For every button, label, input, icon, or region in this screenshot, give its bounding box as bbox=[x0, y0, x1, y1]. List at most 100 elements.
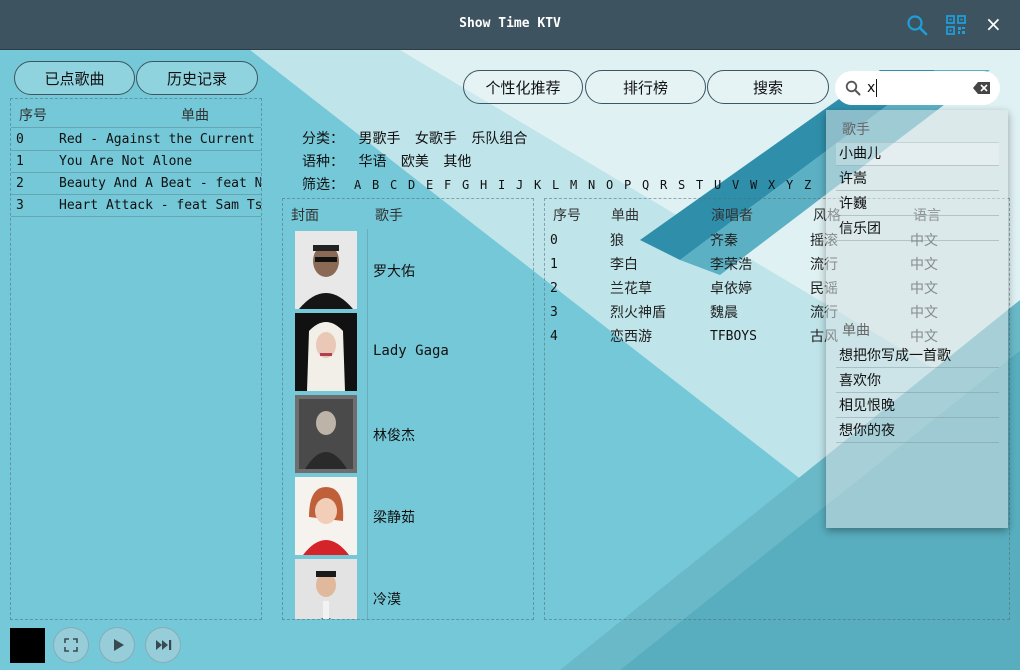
fullscreen-button[interactable] bbox=[53, 627, 89, 663]
filter-chinese[interactable]: 华语 bbox=[358, 154, 386, 170]
singer-cover bbox=[295, 313, 357, 391]
row-index: 2 bbox=[16, 176, 24, 191]
row-song: 狼 bbox=[610, 233, 624, 249]
letter-r[interactable]: R bbox=[660, 178, 678, 192]
letter-k[interactable]: K bbox=[534, 178, 552, 192]
filter-male-singer[interactable]: 男歌手 bbox=[358, 131, 400, 147]
row-index: 2 bbox=[550, 281, 558, 296]
search-icon[interactable] bbox=[906, 14, 928, 36]
suggestion-singer[interactable]: 信乐团 bbox=[836, 217, 999, 241]
row-artist: 齐秦 bbox=[710, 233, 738, 249]
search-input[interactable]: x bbox=[867, 79, 878, 97]
singer-cover bbox=[295, 477, 357, 555]
letter-u[interactable]: U bbox=[714, 178, 732, 192]
letter-v[interactable]: V bbox=[732, 178, 750, 192]
filter-female-singer[interactable]: 女歌手 bbox=[415, 131, 457, 147]
letter-y[interactable]: Y bbox=[786, 178, 804, 192]
row-index: 4 bbox=[550, 329, 558, 344]
search-box: x bbox=[835, 71, 1000, 105]
suggestion-song[interactable]: 想把你写成一首歌 bbox=[836, 344, 999, 368]
suggestion-singer[interactable]: 小曲儿 bbox=[836, 142, 999, 166]
row-song: 恋西游 bbox=[610, 329, 652, 345]
video-preview[interactable] bbox=[10, 628, 45, 663]
row-song: 李白 bbox=[610, 257, 638, 273]
singer-item[interactable]: 罗大佑 bbox=[283, 231, 533, 311]
letter-w[interactable]: W bbox=[750, 178, 768, 192]
play-button[interactable] bbox=[99, 627, 135, 663]
nav-search-button[interactable]: 搜索 bbox=[707, 70, 829, 104]
letter-c[interactable]: C bbox=[390, 178, 408, 192]
suggestion-song[interactable]: 喜欢你 bbox=[836, 369, 999, 393]
nav-charts-button[interactable]: 排行榜 bbox=[585, 70, 706, 104]
letter-m[interactable]: M bbox=[570, 178, 588, 192]
category-label: 分类： bbox=[302, 131, 344, 147]
table-row[interactable]: 3 Heart Attack - feat Sam Tsui bbox=[11, 195, 261, 217]
table-row[interactable]: 0 Red - Against the Current bbox=[11, 129, 261, 151]
letter-filter: 筛选： A B C D E F G H I J K L M N O P Q R S T U V W X Y Z bbox=[302, 174, 822, 194]
tab-queued-songs[interactable]: 已点歌曲 bbox=[14, 61, 135, 95]
letter-a[interactable]: A bbox=[354, 178, 372, 192]
row-artist: 李荣浩 bbox=[710, 257, 752, 273]
row-artist: TFBOYS bbox=[710, 329, 757, 344]
letter-j[interactable]: J bbox=[516, 178, 534, 192]
letter-h[interactable]: H bbox=[480, 178, 498, 192]
letter-o[interactable]: O bbox=[606, 178, 624, 192]
row-index: 0 bbox=[16, 132, 24, 147]
language-label: 语种： bbox=[302, 154, 344, 170]
row-index: 1 bbox=[550, 257, 558, 272]
singer-cover bbox=[295, 395, 357, 473]
singer-item[interactable]: Lady Gaga bbox=[283, 313, 533, 393]
clear-input-icon[interactable] bbox=[973, 81, 991, 95]
qr-code-icon[interactable] bbox=[945, 14, 967, 36]
column-header-song: 单曲 bbox=[181, 108, 209, 124]
letter-z[interactable]: Z bbox=[804, 178, 822, 192]
row-artist: 卓依婷 bbox=[710, 281, 752, 297]
row-song: 兰花草 bbox=[610, 281, 652, 297]
fullscreen-icon bbox=[64, 638, 78, 652]
suggestion-singer[interactable]: 许嵩 bbox=[836, 167, 999, 191]
filter-label: 筛选： bbox=[302, 177, 344, 193]
letter-f[interactable]: F bbox=[444, 178, 462, 192]
letter-t[interactable]: T bbox=[696, 178, 714, 192]
singer-item[interactable]: 梁静茹 bbox=[283, 477, 533, 557]
singer-name: 梁静茹 bbox=[373, 510, 415, 526]
letter-n[interactable]: N bbox=[588, 178, 606, 192]
nav-recommend-button[interactable]: 个性化推荐 bbox=[463, 70, 583, 104]
close-icon[interactable]: × bbox=[985, 12, 1002, 36]
title-bar: Show Time KTV × bbox=[0, 0, 1020, 50]
table-row[interactable]: 2 Beauty And A Beat - feat Nicki Minaj bbox=[11, 173, 261, 195]
singer-name: 冷漠 bbox=[373, 592, 401, 608]
letter-g[interactable]: G bbox=[462, 178, 480, 192]
letter-d[interactable]: D bbox=[408, 178, 426, 192]
letter-e[interactable]: E bbox=[426, 178, 444, 192]
row-song: 烈火神盾 bbox=[610, 305, 666, 321]
letter-l[interactable]: L bbox=[552, 178, 570, 192]
letter-x[interactable]: X bbox=[768, 178, 786, 192]
suggestion-song[interactable]: 相见恨晚 bbox=[836, 394, 999, 418]
row-index: 3 bbox=[16, 198, 24, 213]
row-song: Heart Attack - feat Sam Tsui bbox=[59, 198, 261, 213]
queued-songs-panel: 序号 单曲 0 Red - Against the Current 1 You … bbox=[10, 98, 262, 620]
singer-item[interactable]: 林俊杰 bbox=[283, 395, 533, 475]
row-song: You Are Not Alone bbox=[59, 154, 193, 169]
letter-b[interactable]: B bbox=[372, 178, 390, 192]
language-filter: 语种： 华语 欧美 其他 bbox=[302, 151, 481, 171]
letter-i[interactable]: I bbox=[498, 178, 516, 192]
filter-western[interactable]: 欧美 bbox=[401, 154, 429, 170]
letter-s[interactable]: S bbox=[678, 178, 696, 192]
app-title: Show Time KTV bbox=[459, 16, 561, 31]
next-track-button[interactable] bbox=[145, 627, 181, 663]
singer-name: Lady Gaga bbox=[373, 343, 449, 359]
tab-history[interactable]: 历史记录 bbox=[136, 61, 258, 95]
row-index: 1 bbox=[16, 154, 24, 169]
suggestion-singer[interactable]: 许巍 bbox=[836, 192, 999, 216]
table-row[interactable]: 1 You Are Not Alone bbox=[11, 151, 261, 173]
row-index: 3 bbox=[550, 305, 558, 320]
letter-p[interactable]: P bbox=[624, 178, 642, 192]
singer-cover bbox=[295, 231, 357, 309]
filter-other[interactable]: 其他 bbox=[443, 154, 471, 170]
letter-q[interactable]: Q bbox=[642, 178, 660, 192]
suggestion-song[interactable]: 想你的夜 bbox=[836, 419, 999, 443]
singer-item[interactable]: 冷漠 bbox=[283, 559, 533, 619]
filter-band[interactable]: 乐队组合 bbox=[471, 131, 527, 147]
